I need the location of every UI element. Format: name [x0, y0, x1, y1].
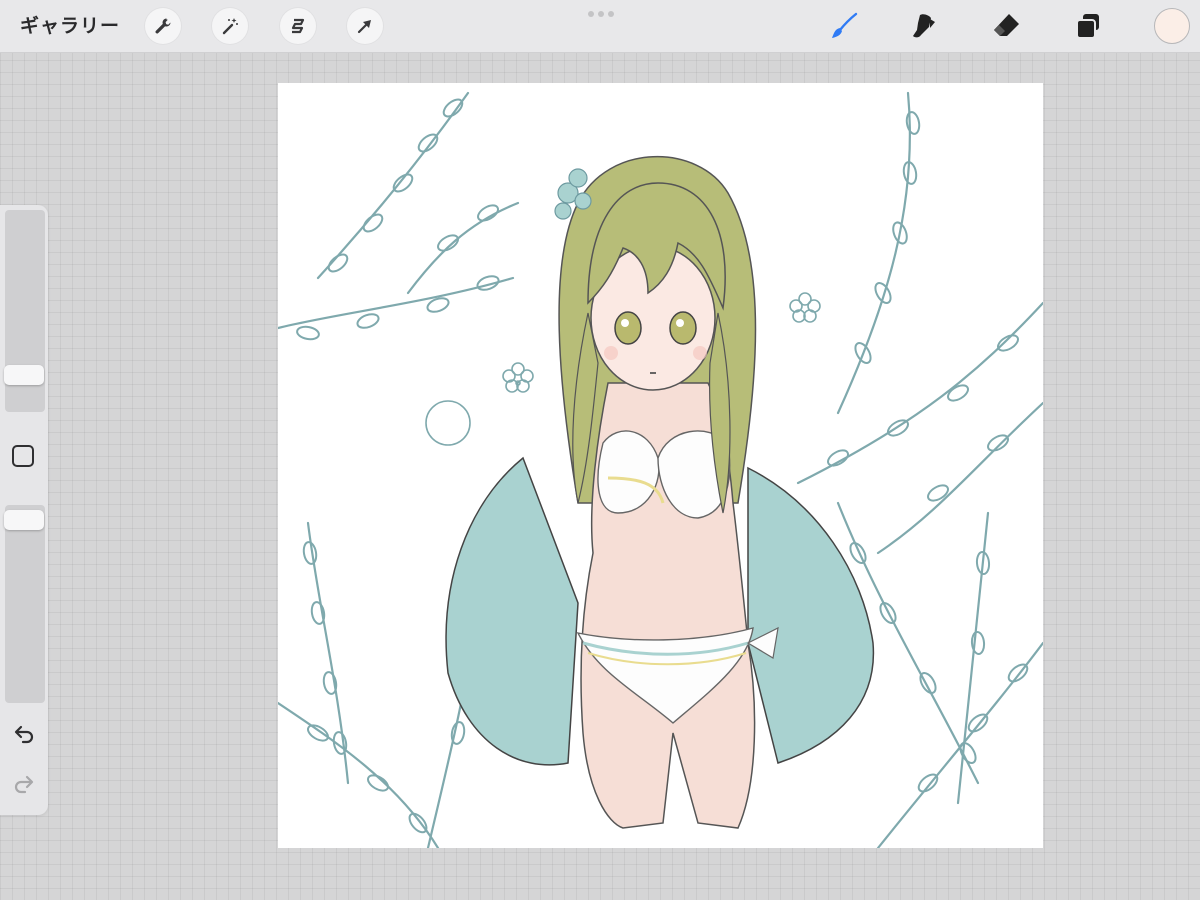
- layers-icon: [1076, 14, 1099, 39]
- selection-button[interactable]: [280, 8, 316, 44]
- actions-button[interactable]: [145, 8, 181, 44]
- eraser-tool[interactable]: [988, 8, 1024, 44]
- modify-button[interactable]: [12, 445, 34, 467]
- transform-button[interactable]: [347, 8, 383, 44]
- brush-size-slider-thumb[interactable]: [4, 364, 44, 385]
- smudge-icon: [913, 14, 935, 38]
- opacity-slider[interactable]: [5, 505, 45, 703]
- left-sidebar: [0, 205, 48, 815]
- selection-icon: [291, 18, 305, 34]
- transform-arrow-icon: [357, 20, 371, 34]
- brush-icon: [832, 12, 858, 38]
- layers-tool[interactable]: [1070, 8, 1106, 44]
- smudge-tool[interactable]: [906, 8, 942, 44]
- drawing-canvas[interactable]: [278, 83, 1043, 848]
- undo-icon[interactable]: [11, 721, 37, 747]
- eraser-icon: [994, 14, 1019, 36]
- window-grabber[interactable]: [588, 11, 614, 17]
- wrench-icon: [155, 18, 171, 34]
- color-picker-button[interactable]: [1154, 8, 1190, 44]
- opacity-slider-thumb[interactable]: [4, 510, 44, 531]
- adjustments-button[interactable]: [212, 8, 248, 44]
- jacket-left-sleeve: [445, 456, 579, 766]
- redo-icon[interactable]: [11, 771, 37, 797]
- artwork-illustration: [278, 91, 1043, 848]
- top-toolbar: ギャラリー: [0, 0, 1200, 53]
- brush-tool[interactable]: [826, 8, 862, 44]
- magic-wand-icon: [222, 18, 238, 35]
- gallery-button[interactable]: ギャラリー: [20, 11, 120, 41]
- jacket-right-sleeve: [747, 466, 875, 764]
